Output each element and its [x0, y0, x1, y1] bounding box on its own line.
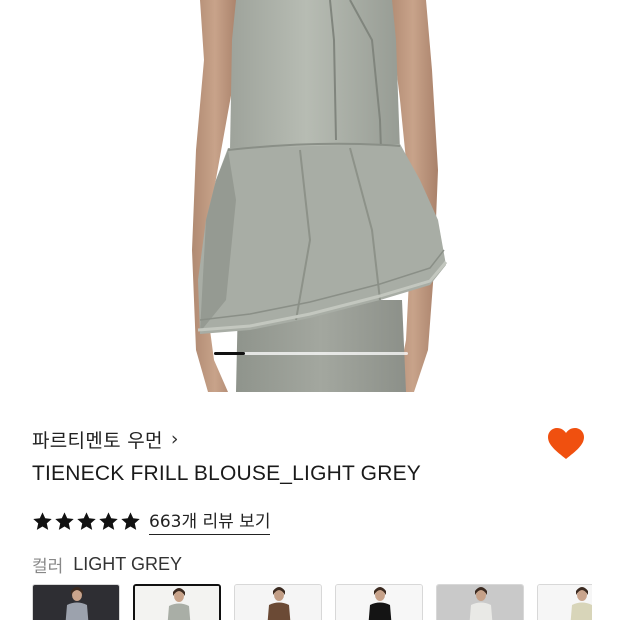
chevron-right-icon: › [170, 428, 179, 450]
product-image-carousel[interactable] [0, 0, 620, 395]
swatch-thumbnail [437, 585, 523, 620]
color-swatch[interactable] [133, 584, 221, 620]
color-row: 컬러 LIGHT GREY [32, 552, 182, 577]
color-label: 컬러 [32, 556, 64, 577]
color-swatch[interactable] [234, 584, 322, 620]
color-swatch[interactable] [32, 584, 120, 620]
brand-link[interactable]: 파르티멘토 우먼 › [32, 424, 178, 454]
swatch-thumbnail [538, 585, 592, 620]
brand-name: 파르티멘토 우먼 [32, 429, 163, 452]
star-icon [77, 511, 96, 530]
wishlist-button[interactable] [546, 424, 586, 464]
heart-icon [548, 428, 584, 459]
color-swatch[interactable] [335, 584, 423, 620]
product-detail-page: 파르티멘토 우먼 › TIENECK FRILL BLOUSE_LIGHT GR… [0, 0, 620, 620]
star-icon [33, 511, 52, 530]
swatch-thumbnail [33, 585, 119, 620]
color-swatch-list [32, 584, 592, 620]
rating-row: 663개 리뷰 보기 [32, 507, 271, 535]
star-icon [55, 511, 74, 530]
color-swatch[interactable] [436, 584, 524, 620]
carousel-progress-track [214, 352, 408, 355]
product-photo [192, 0, 448, 392]
color-swatch[interactable] [537, 584, 592, 620]
carousel-progress-indicator [214, 352, 245, 355]
review-link[interactable]: 663개 리뷰 보기 [149, 507, 271, 535]
swatch-thumbnail [336, 585, 422, 620]
star-rating [32, 511, 141, 532]
star-icon [121, 511, 140, 530]
color-value: LIGHT GREY [73, 553, 182, 574]
swatch-thumbnail [135, 586, 219, 620]
star-icon [99, 511, 118, 530]
product-title: TIENECK FRILL BLOUSE_LIGHT GREY [32, 462, 421, 485]
swatch-thumbnail [235, 585, 321, 620]
